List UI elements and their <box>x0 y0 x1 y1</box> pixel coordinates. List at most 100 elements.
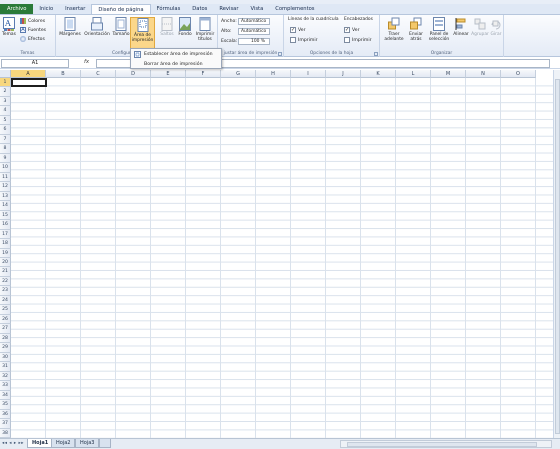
orientacion-button[interactable]: Orientación <box>82 17 112 37</box>
temas-button[interactable]: A Temas <box>2 17 16 37</box>
column-header-k[interactable]: K <box>361 70 396 78</box>
horizontal-scroll-thumb[interactable] <box>347 442 537 447</box>
spreadsheet-grid[interactable]: ABCDEFGHIJKLMNO 1 2 3 4 5 6 7 8 9 10 11 12 13 14 15 16 1… <box>0 70 553 438</box>
ajustar-dialog-launcher[interactable] <box>278 52 282 56</box>
column-header-a[interactable]: A <box>11 70 46 78</box>
row-header-14[interactable]: 14 <box>0 201 11 211</box>
tab-inicio[interactable]: Inicio <box>33 4 59 14</box>
row-header-23[interactable]: 23 <box>0 286 11 296</box>
escala-spinner[interactable]: 100 % <box>238 38 270 45</box>
row-header-13[interactable]: 13 <box>0 191 11 202</box>
row-header-28[interactable]: 28 <box>0 333 11 344</box>
row-header-5[interactable]: 5 <box>0 115 11 126</box>
ancho-select[interactable]: Automático <box>238 18 270 25</box>
agrupar-button[interactable]: Agrupar <box>471 17 489 37</box>
sheet-tab-hoja1[interactable]: Hoja1 <box>27 439 54 448</box>
column-header-i[interactable]: I <box>291 70 326 78</box>
row-header-10[interactable]: 10 <box>0 163 11 173</box>
row-header-17[interactable]: 17 <box>0 229 11 240</box>
tamano-button[interactable]: Tamaño <box>112 17 130 37</box>
row-header-35[interactable]: 35 <box>0 400 11 410</box>
vertical-scroll-thumb[interactable] <box>555 79 560 434</box>
column-header-e[interactable]: E <box>151 70 186 78</box>
column-header-g[interactable]: G <box>221 70 256 78</box>
cuadricula-imprimir-checkbox[interactable]: Imprimir <box>290 37 318 43</box>
row-header-31[interactable]: 31 <box>0 362 11 372</box>
margenes-button[interactable]: Márgenes <box>59 17 81 37</box>
tab-vista[interactable]: Vista <box>244 4 269 14</box>
row-header-6[interactable]: 6 <box>0 125 11 135</box>
row-header-19[interactable]: 19 <box>0 248 11 258</box>
tab-revisar[interactable]: Revisar <box>213 4 244 14</box>
column-header-c[interactable]: C <box>81 70 116 78</box>
name-box[interactable]: A1 <box>1 59 69 68</box>
area-de-impresion-button[interactable]: Área de impresión <box>130 17 155 49</box>
row-header-34[interactable]: 34 <box>0 390 11 401</box>
row-header-22[interactable]: 22 <box>0 276 11 287</box>
sheet-tab-hoja2[interactable]: Hoja2 <box>51 439 76 448</box>
column-header-n[interactable]: N <box>466 70 501 78</box>
row-header-7[interactable]: 7 <box>0 134 11 145</box>
enviar-atras-button[interactable]: Enviar atrás <box>406 17 426 42</box>
alinear-button[interactable]: Alinear <box>452 17 470 37</box>
row-header-11[interactable]: 11 <box>0 172 11 183</box>
opciones-dialog-launcher[interactable] <box>374 52 378 56</box>
row-header-18[interactable]: 18 <box>0 239 11 249</box>
escala-control[interactable]: Escala: 100 % <box>221 38 270 45</box>
row-header-15[interactable]: 15 <box>0 210 11 221</box>
menu-item-establecer-area[interactable]: Establecer área de impresión <box>131 49 221 59</box>
row-header-33[interactable]: 33 <box>0 381 11 391</box>
efectos-button[interactable]: Efectos <box>20 36 45 42</box>
vertical-scrollbar[interactable] <box>553 70 560 438</box>
tab-insertar[interactable]: Insertar <box>59 4 91 14</box>
horizontal-scrollbar[interactable] <box>340 440 552 448</box>
tab-datos[interactable]: Datos <box>186 4 213 14</box>
row-header-27[interactable]: 27 <box>0 324 11 334</box>
colores-button[interactable]: Colores <box>20 18 45 24</box>
row-header-9[interactable]: 9 <box>0 153 11 164</box>
row-header-4[interactable]: 4 <box>0 106 11 116</box>
encabezados-ver-checkbox[interactable]: ✓ Ver <box>344 27 360 33</box>
column-header-f[interactable]: F <box>186 70 221 78</box>
row-header-12[interactable]: 12 <box>0 182 11 192</box>
row-header-16[interactable]: 16 <box>0 220 11 230</box>
saltos-button[interactable]: Saltos <box>158 17 176 37</box>
fx-button[interactable]: fx <box>84 59 89 65</box>
fondo-button[interactable]: Fondo <box>177 17 193 37</box>
encabezados-imprimir-checkbox[interactable]: Imprimir <box>344 37 372 43</box>
insert-sheet-button[interactable] <box>99 439 111 448</box>
row-header-38[interactable]: 38 <box>0 428 11 438</box>
row-header-36[interactable]: 36 <box>0 409 11 420</box>
row-header-25[interactable]: 25 <box>0 305 11 315</box>
row-header-8[interactable]: 8 <box>0 144 11 154</box>
row-header-21[interactable]: 21 <box>0 267 11 277</box>
menu-item-borrar-area[interactable]: Borrar área de impresión <box>131 59 221 69</box>
row-header-30[interactable]: 30 <box>0 352 11 363</box>
column-header-j[interactable]: J <box>326 70 361 78</box>
column-header-l[interactable]: L <box>396 70 431 78</box>
column-header-m[interactable]: M <box>431 70 466 78</box>
active-cell-cursor[interactable] <box>11 78 47 87</box>
tab-complementos[interactable]: Complementos <box>269 4 320 14</box>
cell-area[interactable] <box>11 78 553 438</box>
cuadricula-ver-checkbox[interactable]: ✓ Ver <box>290 27 306 33</box>
select-all-corner[interactable] <box>0 70 11 78</box>
column-header-o[interactable]: O <box>501 70 536 78</box>
row-header-2[interactable]: 2 <box>0 87 11 97</box>
column-header-b[interactable]: B <box>46 70 81 78</box>
column-header-d[interactable]: D <box>116 70 151 78</box>
tab-formulas[interactable]: Fórmulas <box>151 4 187 14</box>
fuentes-button[interactable]: A Fuentes <box>20 27 46 33</box>
row-header-29[interactable]: 29 <box>0 343 11 353</box>
sheet-nav-buttons[interactable]: ◂◂ ◂ ▸ ▸▸ <box>2 441 24 446</box>
row-header-32[interactable]: 32 <box>0 371 11 382</box>
alto-control[interactable]: Alto: Automático <box>221 28 270 35</box>
girar-button[interactable]: Girar <box>489 17 503 37</box>
row-header-20[interactable]: 20 <box>0 258 11 268</box>
panel-seleccion-button[interactable]: Panel de selección <box>427 17 451 42</box>
row-header-26[interactable]: 26 <box>0 314 11 325</box>
ancho-control[interactable]: Ancho: Automático <box>221 18 270 25</box>
tab-diseno-de-pagina[interactable]: Diseño de página <box>91 4 151 14</box>
traer-adelante-button[interactable]: Traer adelante <box>382 17 406 42</box>
row-header-3[interactable]: 3 <box>0 96 11 107</box>
